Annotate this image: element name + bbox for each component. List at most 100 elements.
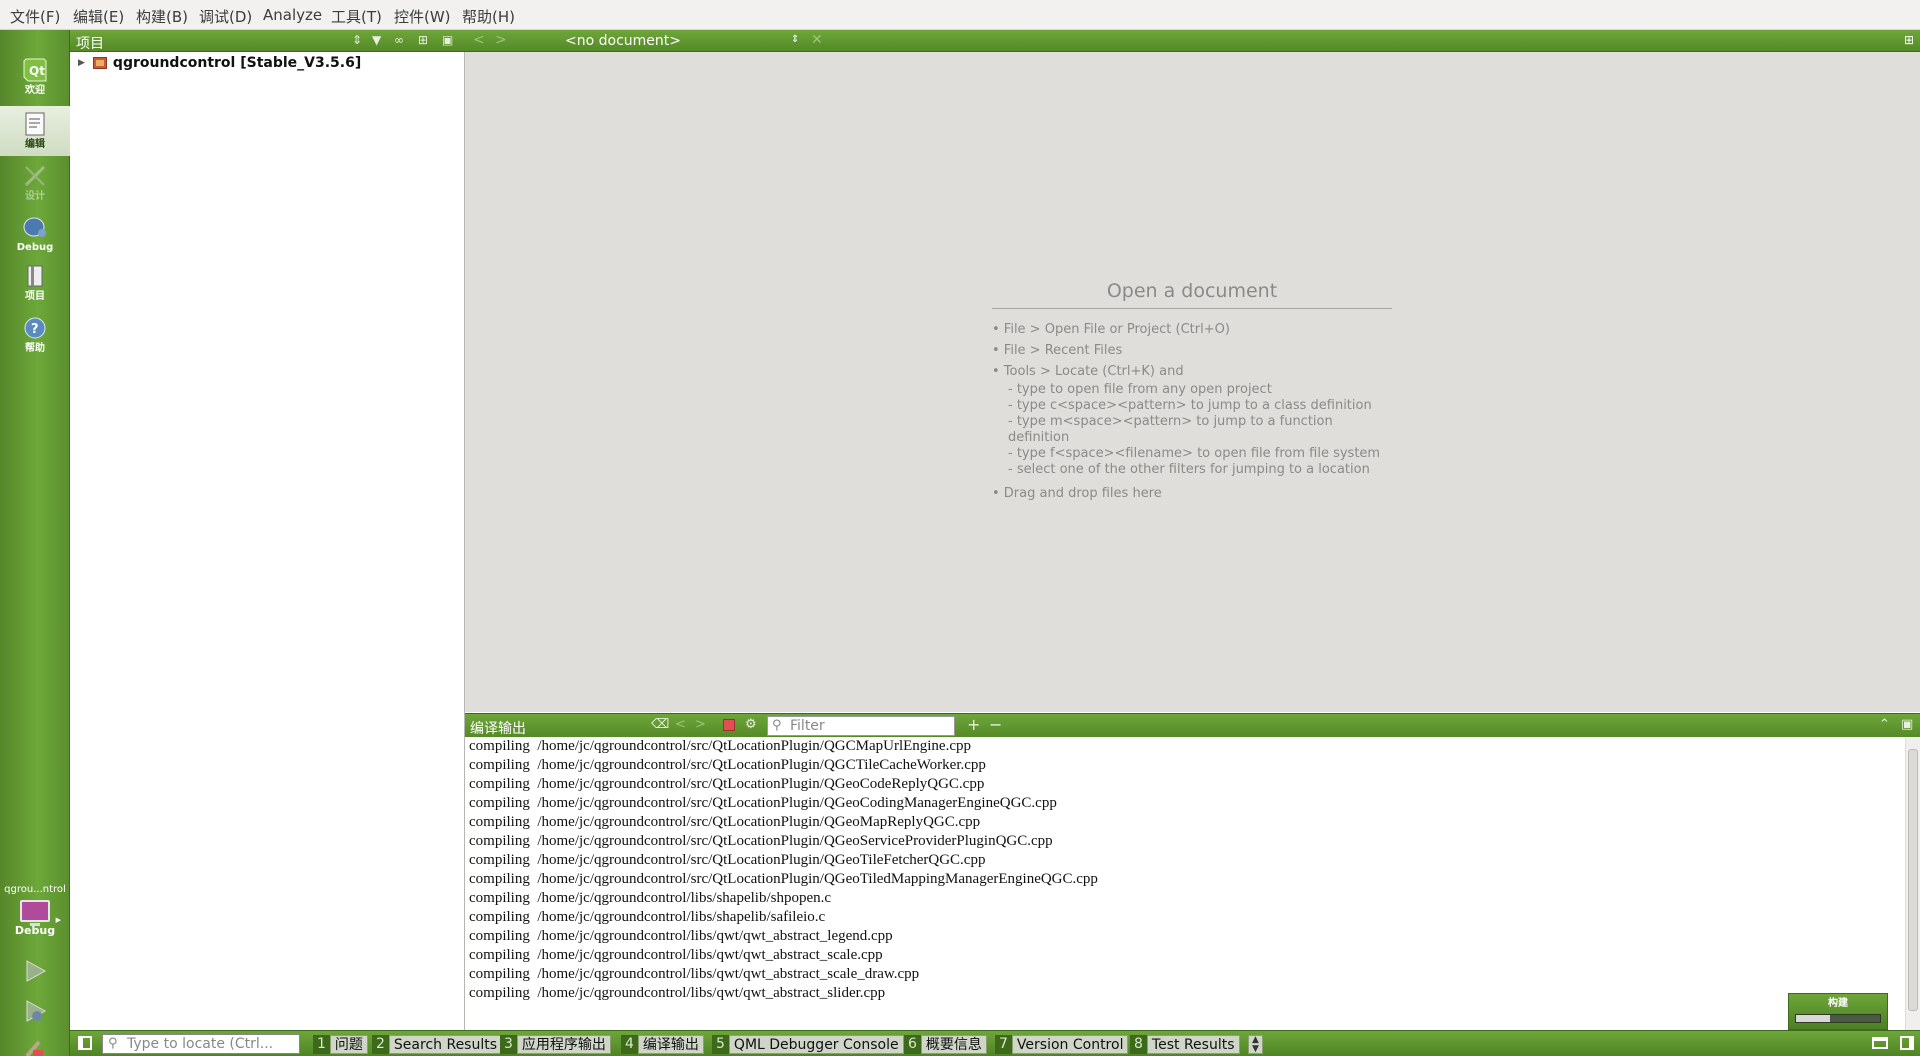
log-line: compiling /home/jc/qgroundcontrol/src/Qt…	[469, 852, 986, 868]
search-icon: ⚲	[772, 718, 782, 733]
split-icon[interactable]: ⊞	[418, 33, 428, 47]
pane-tab-issues[interactable]: 1 问题	[313, 1035, 368, 1054]
tree-item-project[interactable]: ▶ qgroundcontrol [Stable_V3.5.6]	[78, 55, 361, 71]
debug-run-button[interactable]	[0, 992, 70, 1030]
pane-number: 5	[712, 1035, 729, 1054]
mode-label: 帮助	[25, 343, 45, 354]
mode-label: 欢迎	[25, 85, 45, 96]
zoom-out-icon[interactable]: −	[989, 715, 1002, 734]
build-button[interactable]	[0, 1030, 70, 1056]
clear-output-icon[interactable]: ⌫	[651, 717, 669, 732]
pane-tab-version-control[interactable]: 7 Version Control	[995, 1035, 1129, 1054]
menu-widgets[interactable]: 控件(W)	[394, 6, 451, 27]
mode-help[interactable]: ? 帮助	[0, 310, 70, 360]
log-line: compiling /home/jc/qgroundcontrol/src/Qt…	[469, 776, 985, 792]
debug-bug-icon	[22, 214, 48, 240]
prev-icon[interactable]: <	[675, 717, 686, 732]
status-bar: ⚲ Type to locate (Ctrl... 1 问题 2 Search Re…	[70, 1030, 1920, 1056]
log-line: compiling /home/jc/qgroundcontrol/libs/q…	[469, 985, 886, 1001]
toggle-right-sidebar-icon[interactable]	[1900, 1036, 1914, 1050]
open-document-hint: Open a document • File > Open File or Pr…	[992, 280, 1392, 504]
log-line: compiling /home/jc/qgroundcontrol/src/Qt…	[469, 833, 1053, 849]
debug-run-icon	[26, 1000, 47, 1022]
pane-number: 2	[372, 1035, 389, 1054]
hint-item: • File > Recent Files	[992, 343, 1123, 358]
log-line: compiling /home/jc/qgroundcontrol/libs/q…	[469, 947, 883, 963]
editor-area: Open a document • File > Open File or Pr…	[465, 52, 1920, 712]
menu-analyze[interactable]: Analyze	[263, 6, 322, 24]
mode-edit[interactable]: 编辑	[0, 106, 70, 156]
maximize-pane-icon[interactable]: ⌃	[1879, 717, 1890, 732]
mode-debug[interactable]: Debug	[0, 209, 70, 259]
mode-design[interactable]: 设计	[0, 158, 70, 208]
menu-help[interactable]: 帮助(H)	[462, 6, 515, 27]
menu-file[interactable]: 文件(F)	[10, 6, 60, 27]
qt-logo-icon: Qt	[22, 57, 48, 83]
log-line: compiling /home/jc/qgroundcontrol/libs/q…	[469, 966, 920, 982]
locator-input[interactable]: ⚲ Type to locate (Ctrl...	[102, 1034, 300, 1054]
hint-item: • Tools > Locate (Ctrl+K) and	[992, 364, 1184, 379]
settings-gear-icon[interactable]: ⚙	[745, 717, 757, 732]
monitor-icon	[20, 900, 50, 926]
filter-placeholder: Filter	[790, 718, 825, 734]
filter-icon[interactable]: ▼	[372, 33, 381, 47]
stop-icon[interactable]	[723, 719, 735, 731]
close-pane-icon[interactable]: ▣	[442, 33, 453, 47]
compile-output-log: compiling /home/jc/qgroundcontrol/src/Qt…	[465, 737, 1905, 1030]
project-name: qgroundcontrol [Stable_V3.5.6]	[112, 55, 362, 71]
projects-title: 项目	[76, 36, 104, 52]
editor-toolbar: < > <no document> ⇕ ✕ ⊞	[465, 30, 1920, 52]
pane-number: 3	[500, 1035, 517, 1054]
more-panes-arrows-icon[interactable]: ▲ ▼	[1248, 1035, 1263, 1054]
design-pen-icon	[22, 163, 48, 189]
scrollbar-thumb[interactable]	[1908, 749, 1918, 1011]
pane-number: 6	[904, 1035, 921, 1054]
zoom-in-icon[interactable]: +	[967, 715, 980, 734]
pane-tab-qml-debugger-console[interactable]: 5 QML Debugger Console	[712, 1035, 904, 1054]
menu-edit[interactable]: 编辑(E)	[73, 6, 124, 27]
document-selector[interactable]: <no document>	[565, 33, 681, 49]
output-scrollbar[interactable]	[1905, 737, 1920, 1030]
split-editor-icon[interactable]: ⊞	[1904, 33, 1914, 47]
hint-subitem: - type to open file from any open projec…	[1008, 382, 1272, 397]
close-document-icon[interactable]: ✕	[811, 32, 823, 48]
link-icon[interactable]: ∞	[394, 33, 404, 47]
pane-tab-compile-output[interactable]: 4 编译输出	[621, 1035, 704, 1054]
menu-tools[interactable]: 工具(T)	[331, 6, 382, 27]
svg-text:?: ?	[31, 322, 39, 337]
output-filter-input[interactable]: ⚲ Filter	[767, 716, 955, 736]
kit-selector[interactable]: ▶ Debug	[0, 896, 70, 948]
mode-label: 项目	[25, 291, 45, 302]
pane-tab-general-messages[interactable]: 6 概要信息	[904, 1035, 987, 1054]
menu-bar: 文件(F) 编辑(E) 构建(B) 调试(D) Analyze 工具(T) 控件…	[0, 0, 1920, 30]
pane-number: 8	[1130, 1035, 1147, 1054]
next-icon[interactable]: >	[695, 717, 706, 732]
mode-welcome[interactable]: Qt 欢迎	[0, 52, 70, 102]
sort-arrows-icon[interactable]: ⇕	[352, 33, 362, 47]
forward-icon[interactable]: >	[495, 32, 507, 48]
hint-subitem: - select one of the other filters for ju…	[1008, 462, 1370, 477]
search-icon: ⚲	[108, 1036, 118, 1051]
log-line: compiling /home/jc/qgroundcontrol/src/Qt…	[469, 871, 1098, 887]
pane-label: 应用程序输出	[516, 1035, 611, 1054]
pane-tab-test-results[interactable]: 8 Test Results	[1130, 1035, 1240, 1054]
hint-title: Open a document	[992, 280, 1392, 309]
menu-debug[interactable]: 调试(D)	[199, 6, 252, 27]
dropdown-arrows-icon[interactable]: ⇕	[791, 34, 799, 45]
close-pane-icon[interactable]: ▣	[1901, 717, 1913, 732]
pane-label: Test Results	[1146, 1035, 1240, 1054]
back-icon[interactable]: <	[473, 32, 485, 48]
project-tree: ▶ qgroundcontrol [Stable_V3.5.6]	[70, 52, 465, 1030]
log-line: compiling /home/jc/qgroundcontrol/src/Qt…	[469, 795, 1057, 811]
expand-arrow-icon[interactable]: ▶	[78, 58, 85, 68]
pane-tab-search-results[interactable]: 2 Search Results	[372, 1035, 503, 1054]
toggle-sidebar-icon[interactable]	[78, 1036, 92, 1050]
mode-projects[interactable]: 项目	[0, 258, 70, 308]
run-button[interactable]	[0, 952, 70, 990]
pane-number: 1	[313, 1035, 330, 1054]
run-icon	[26, 960, 47, 982]
menu-build[interactable]: 构建(B)	[136, 6, 188, 27]
progress-details-icon[interactable]	[1872, 1037, 1888, 1049]
hint-subitem: - type c<space><pattern> to jump to a cl…	[1008, 398, 1372, 413]
pane-tab-application-output[interactable]: 3 应用程序输出	[500, 1035, 611, 1054]
